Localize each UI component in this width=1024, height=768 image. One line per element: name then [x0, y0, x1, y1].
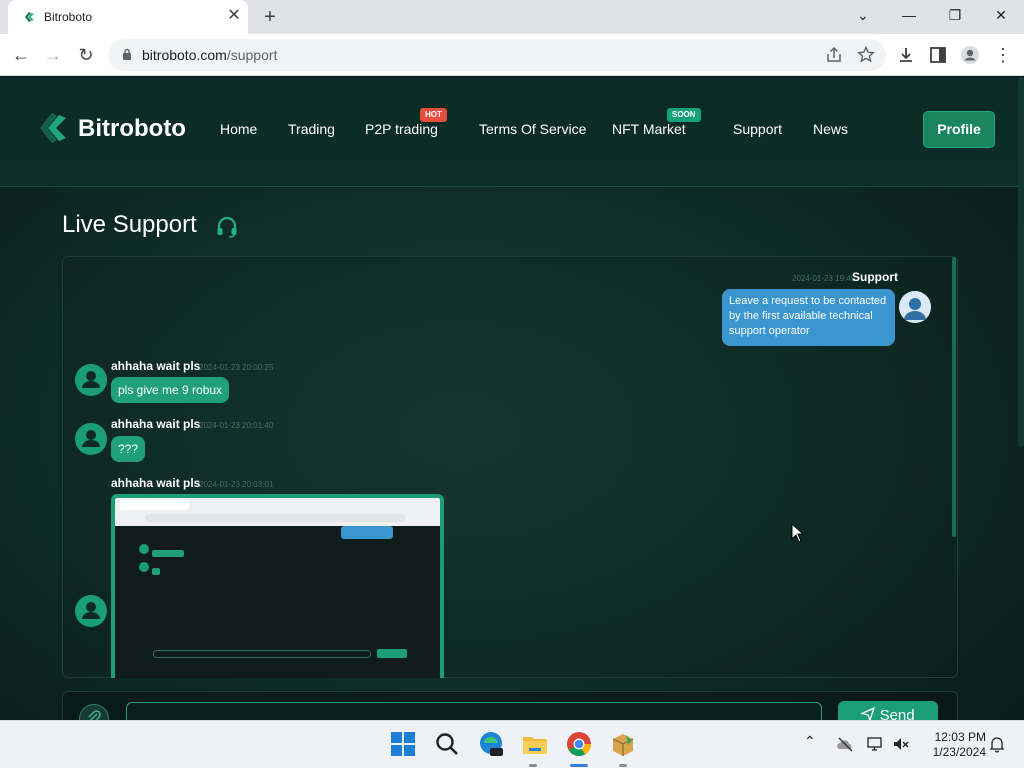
onedrive-offline-icon[interactable] [836, 735, 854, 753]
user-icon [82, 430, 100, 447]
support-message-bubble: Leave a request to be contacted by the f… [722, 289, 895, 346]
message-author: ahhaha wait pls [111, 359, 201, 373]
user-avatar [75, 595, 107, 627]
address-bar[interactable]: bitroboto.com/support [108, 39, 886, 71]
back-icon[interactable]: ← [8, 42, 34, 68]
message-timestamp: 2024-01-23 19:49 [792, 274, 856, 283]
nav-trading[interactable]: Trading [288, 121, 335, 137]
site-favicon-icon [25, 12, 34, 22]
menu-kebab-icon[interactable]: ⋮ [990, 42, 1016, 68]
user-avatar [75, 364, 107, 396]
attached-screenshot-image[interactable] [111, 494, 444, 678]
user-message-bubble: pls give me 9 robux [111, 377, 230, 403]
page-title: Live Support [62, 211, 197, 238]
account-avatar-icon[interactable] [960, 45, 980, 65]
new-tab-icon[interactable]: + [258, 5, 282, 29]
reload-icon[interactable]: ↻ [73, 42, 99, 68]
share-icon[interactable] [824, 45, 844, 65]
profile-button[interactable]: Profile [923, 111, 995, 148]
chrome-icon[interactable] [564, 729, 594, 759]
message-timestamp: 2024-01-23 20:03:01 [199, 480, 274, 489]
nav-nft-market[interactable]: NFT Market [612, 121, 686, 137]
url-text: bitroboto.com/support [142, 47, 278, 63]
message-timestamp: 2024-01-23 20:01:40 [199, 421, 274, 430]
mouse-cursor-icon [791, 523, 805, 543]
user-avatar [75, 423, 107, 455]
windows-start-icon[interactable] [388, 729, 418, 759]
tab-close-icon[interactable]: ✕ [226, 7, 242, 25]
message-author: ahhaha wait pls [111, 476, 201, 490]
taskbar-active-indicator [570, 764, 588, 767]
nav-terms-of-service[interactable]: Terms Of Service [479, 121, 586, 137]
tab-search-chevron-icon[interactable]: ⌄ [840, 0, 886, 32]
headset-icon [217, 216, 237, 238]
restore-icon[interactable]: ❐ [932, 0, 978, 32]
minimize-icon[interactable]: — [886, 0, 932, 32]
chat-scrollbar[interactable] [952, 257, 956, 537]
paperclip-icon [88, 710, 101, 720]
message-author: Support [852, 270, 898, 284]
search-icon[interactable] [432, 729, 462, 759]
send-label: Send [879, 707, 915, 720]
nav-p2p-trading[interactable]: P2P trading [365, 121, 438, 137]
page-scrollbar[interactable] [1018, 77, 1024, 447]
tray-expand-chevron-icon[interactable]: ⌃ [804, 733, 816, 750]
hot-badge: HOT [420, 108, 447, 122]
notification-bell-icon[interactable] [988, 735, 1006, 753]
clock-date: 1/23/2024 [932, 745, 986, 759]
file-explorer-icon[interactable] [520, 729, 550, 759]
page-content: Bitroboto Home Trading P2P trading HOT T… [0, 77, 1024, 720]
forward-icon[interactable]: → [40, 42, 66, 68]
logo-text[interactable]: Bitroboto [78, 115, 186, 143]
browser-toolbar: ← → ↻ bitroboto.com/support ⋮ [0, 34, 1024, 76]
volume-muted-icon[interactable] [892, 735, 910, 753]
close-window-icon[interactable]: ✕ [978, 0, 1024, 32]
user-icon [82, 371, 100, 388]
windows-taskbar: ⌃ 12:03 PM 1/23/2024 [0, 720, 1024, 768]
edge-browser-icon[interactable] [476, 729, 506, 759]
browser-tab-strip: Bitroboto ✕ + ⌄ — ❐ ✕ [0, 0, 1024, 34]
lock-icon [123, 48, 131, 60]
side-panel-icon[interactable] [928, 45, 948, 65]
package-app-icon[interactable] [608, 729, 638, 759]
screenshot-browser-bar [115, 498, 440, 526]
browser-tab[interactable]: Bitroboto ✕ [8, 0, 248, 34]
user-icon [82, 602, 100, 619]
download-icon[interactable] [896, 45, 916, 65]
support-agent-icon [899, 291, 931, 323]
clock-time: 12:03 PM [934, 730, 986, 744]
screenshot-chat-preview [115, 526, 440, 678]
network-icon[interactable] [866, 735, 884, 753]
send-button[interactable]: Send [838, 701, 938, 720]
attach-file-button[interactable] [79, 704, 109, 720]
system-clock[interactable]: 12:03 PM 1/23/2024 [922, 730, 986, 760]
support-avatar [899, 291, 931, 323]
user-message-bubble: ??? [111, 436, 146, 462]
taskbar-running-indicator [619, 764, 627, 767]
send-plane-icon [860, 706, 876, 720]
nav-support[interactable]: Support [733, 121, 782, 137]
nav-home[interactable]: Home [220, 121, 257, 137]
soon-badge: SOON [667, 108, 701, 122]
site-header: Bitroboto Home Trading P2P trading HOT T… [0, 77, 1018, 187]
tab-title: Bitroboto [44, 10, 93, 24]
message-author: ahhaha wait pls [111, 417, 201, 431]
taskbar-running-indicator [529, 764, 537, 767]
bitroboto-logo-icon[interactable] [30, 109, 70, 147]
message-input[interactable] [126, 702, 822, 720]
message-timestamp: 2024-01-23 20:00:25 [199, 363, 274, 372]
bookmark-star-icon[interactable] [856, 45, 876, 65]
nav-news[interactable]: News [813, 121, 848, 137]
